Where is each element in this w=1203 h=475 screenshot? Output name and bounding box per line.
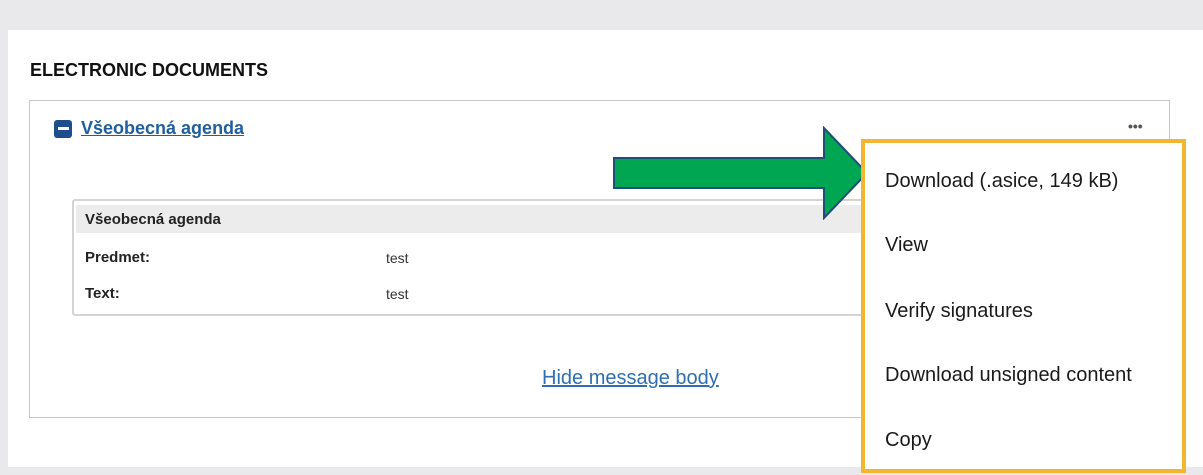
menu-item-download[interactable]: Download (.asice, 149 kB) [885,170,1118,193]
menu-item-verify-signatures[interactable]: Verify signatures [885,300,1033,323]
hide-message-body-link[interactable]: Hide message body [542,367,719,390]
field-label-predmet: Predmet: [85,249,151,266]
section-title: ELECTRONIC DOCUMENTS [30,60,268,80]
document-title-link[interactable]: Všeobecná agenda [81,118,244,139]
field-value-predmet: test [386,250,409,266]
arrow-right-icon [613,126,869,220]
menu-item-download-unsigned[interactable]: Download unsigned content [885,364,1132,387]
document-toggle[interactable]: Všeobecná agenda [54,118,244,139]
field-value-text: test [386,286,409,302]
form-header-title: Všeobecná agenda [85,211,221,228]
menu-item-copy[interactable]: Copy [885,429,932,452]
menu-item-view[interactable]: View [885,234,928,257]
ellipsis-icon[interactable]: ••• [1128,118,1143,134]
minus-square-icon[interactable] [54,119,72,138]
context-menu: Download (.asice, 149 kB) View Verify si… [861,139,1186,473]
field-label-text: Text: [85,285,120,302]
